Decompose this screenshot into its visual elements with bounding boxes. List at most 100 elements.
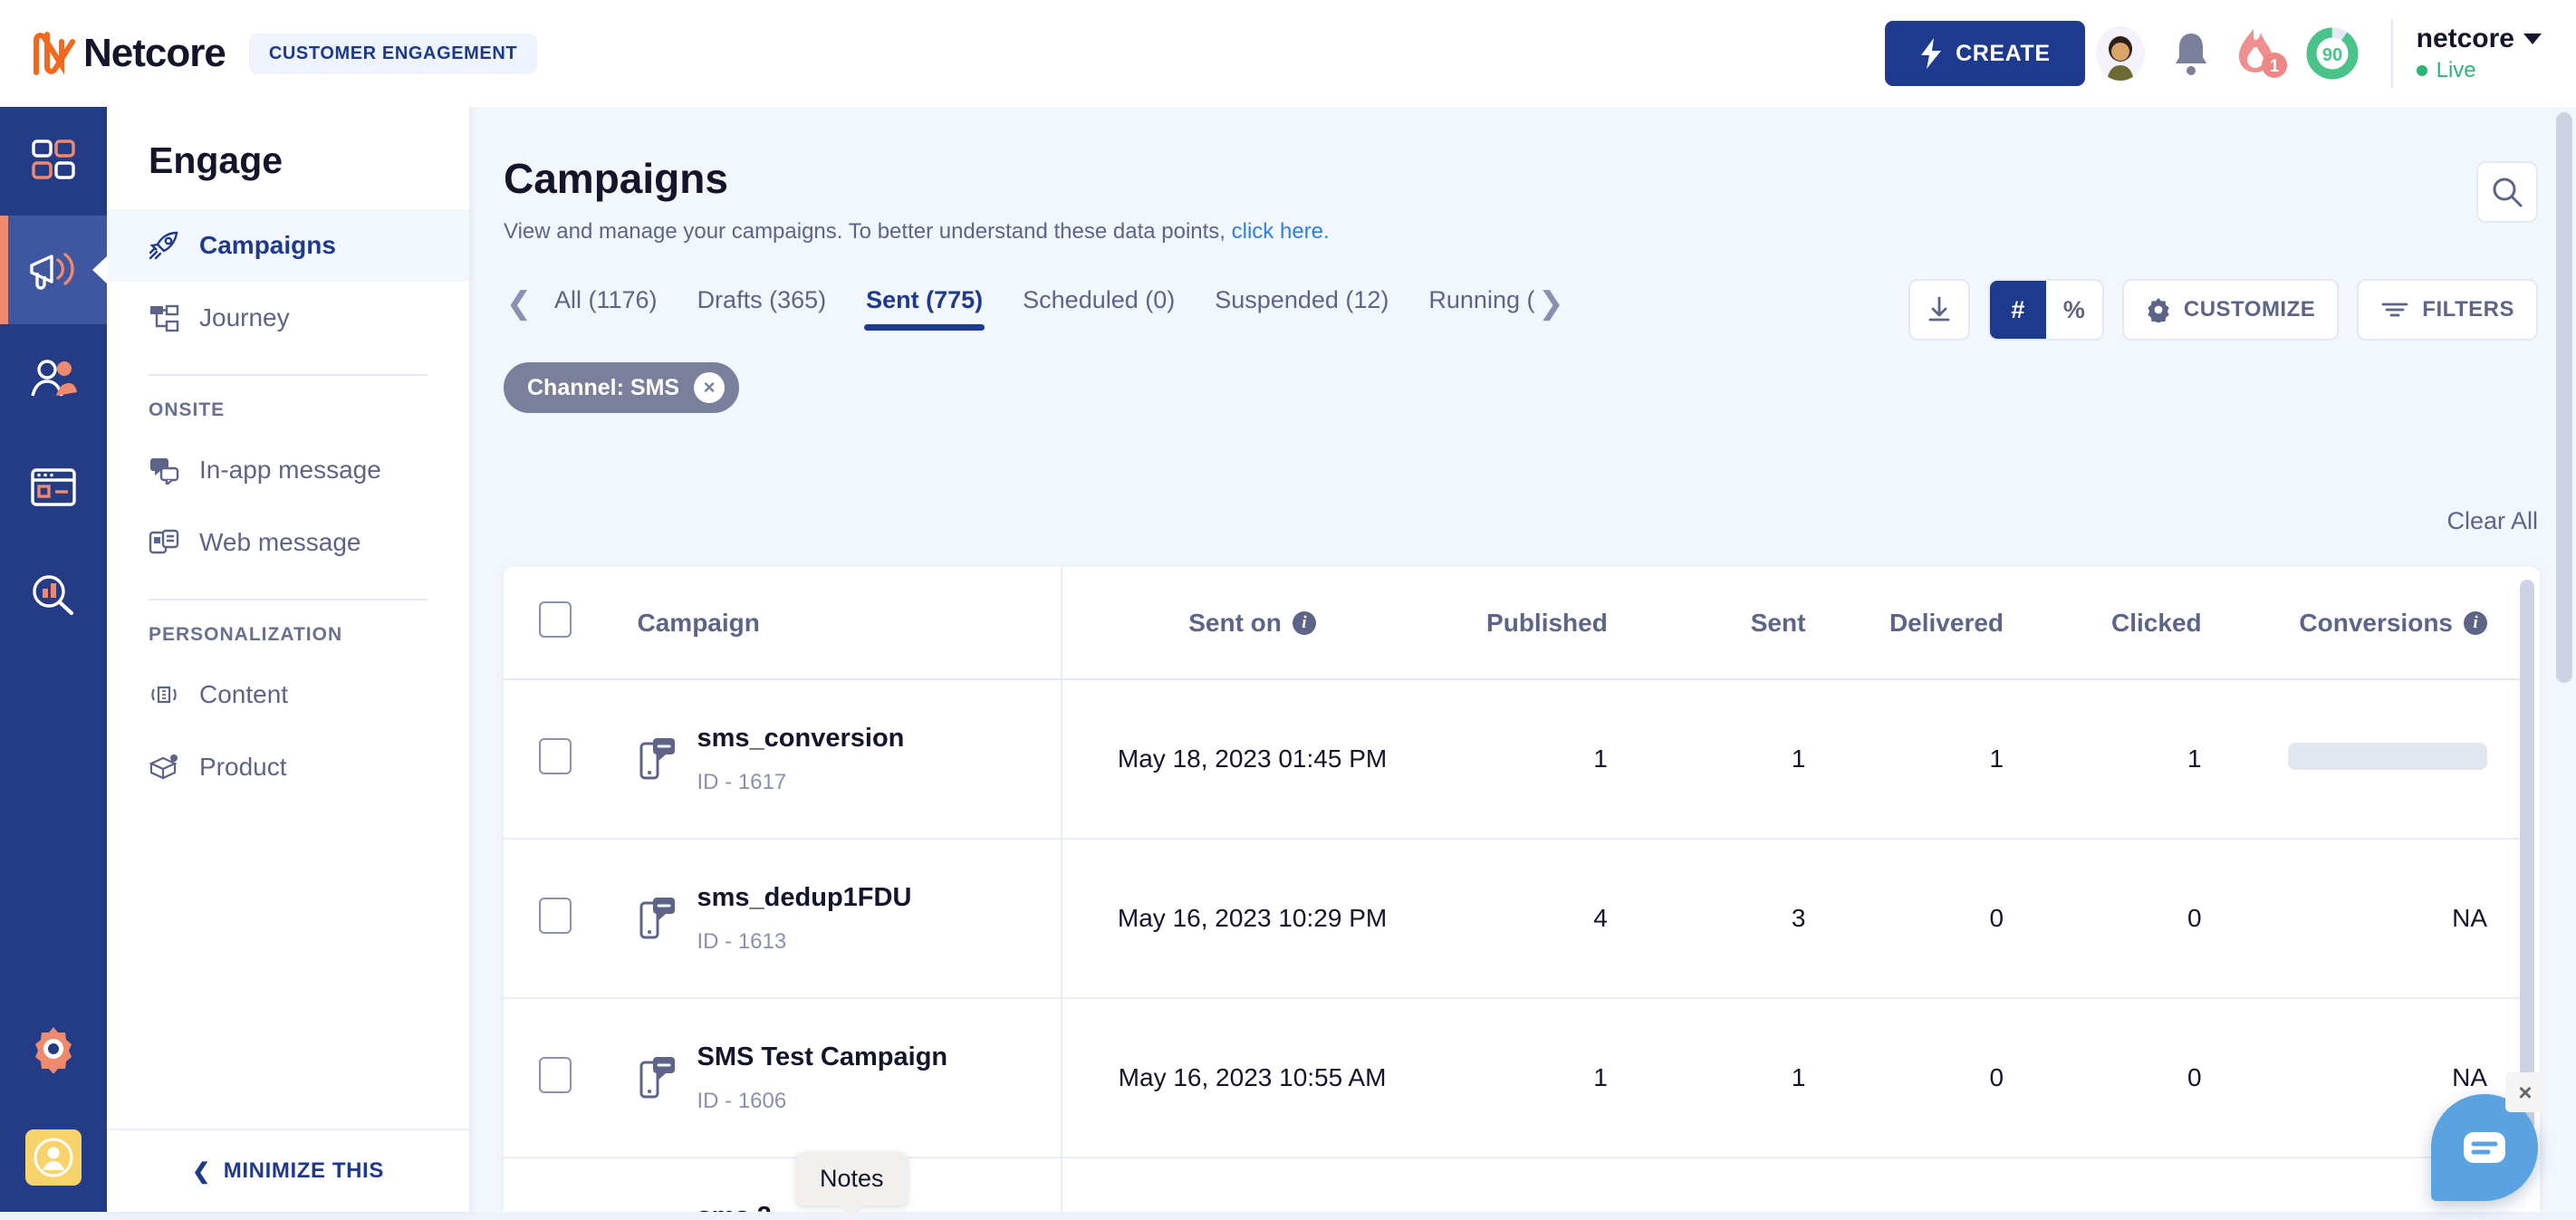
create-button[interactable]: CREATE <box>1885 21 2085 86</box>
tab-running[interactable]: Running (( <box>1408 286 1535 331</box>
clear-all-button[interactable]: Clear All <box>2446 507 2538 535</box>
account-switcher[interactable]: netcore Live <box>2416 24 2542 83</box>
column-header-campaign[interactable]: Campaign <box>606 567 1062 680</box>
row-checkbox-cell <box>504 679 607 840</box>
campaign-name[interactable]: SMS Test Campaign <box>697 1042 948 1072</box>
tab-scheduled[interactable]: Scheduled (0) <box>1003 286 1195 331</box>
sidebar-item-product[interactable]: Product <box>107 731 469 803</box>
sidebar-item-campaigns[interactable]: Campaigns <box>107 209 469 282</box>
column-header-sent-on[interactable]: Sent on i <box>1060 567 1443 680</box>
tab-all[interactable]: All (1176) <box>534 286 678 331</box>
campaign-cell: sms_conversion ID - 1617 <box>606 679 1062 840</box>
rail-item-settings[interactable] <box>0 994 107 1103</box>
delivered-cell: 0 <box>1838 998 2037 1158</box>
campaign-name[interactable]: sms_conversion <box>697 724 905 754</box>
toggle-absolute[interactable]: # <box>1989 281 2046 339</box>
info-icon[interactable]: i <box>1292 610 1316 635</box>
tab-sent[interactable]: Sent (775) <box>846 286 1003 331</box>
filter-chip-channel[interactable]: Channel: SMS × <box>504 362 740 413</box>
rail-bottom <box>0 994 107 1212</box>
streak-badge-count: 1 <box>2269 57 2279 76</box>
close-icon[interactable]: × <box>694 372 726 403</box>
gear-icon <box>2148 298 2169 322</box>
sidebar-item-label: Journey <box>199 303 290 331</box>
row-checkbox[interactable] <box>538 1056 572 1093</box>
filter-icon <box>2381 303 2408 317</box>
sidebar-item-label: Web message <box>199 528 361 556</box>
customize-button[interactable]: CUSTOMIZE <box>2121 279 2340 341</box>
campaigns-table-container: Campaign Sent on i Published Sent Delive… <box>504 567 2540 1212</box>
table-row[interactable]: sms_dedup1FDU ID - 1613 May 16, 2023 10:… <box>504 839 2520 999</box>
clicked-cell: 0 <box>2036 839 2235 999</box>
rail-item-profile[interactable] <box>0 1103 107 1212</box>
click-here-link[interactable]: click here. <box>1232 219 1330 244</box>
column-header-conversions[interactable]: Conversions i <box>2234 567 2520 680</box>
sidebar-item-in-app-message[interactable]: In-app message <box>107 434 469 506</box>
sidebar-item-web-message[interactable]: Web message <box>107 506 469 579</box>
notifications-button[interactable] <box>2156 18 2226 89</box>
campaign-id: ID - 1606 <box>697 1088 787 1113</box>
rocket-icon <box>149 230 179 261</box>
tab-drafts[interactable]: Drafts (365) <box>678 286 847 331</box>
sidebar-item-journey[interactable]: Journey <box>107 282 469 354</box>
column-header-clicked[interactable]: Clicked <box>2036 567 2235 680</box>
clicked-cell: 0 <box>2036 1158 2235 1212</box>
page-subtitle: View and manage your campaigns. To bette… <box>504 219 2576 245</box>
sent-on-cell: May 16, 2023 10:55 AM <box>1060 998 1443 1158</box>
tabs-prev-button[interactable]: ❮ <box>504 288 534 330</box>
sent-on-cell: May 18, 2023 01:45 PM <box>1060 679 1443 840</box>
value-format-toggle: # % <box>1987 279 2104 341</box>
campaign-name[interactable]: sms_dedup1FDU <box>697 883 912 913</box>
streak-button[interactable]: 1 <box>2226 18 2297 89</box>
rail-item-site[interactable] <box>0 433 107 542</box>
tab-suspended[interactable]: Suspended (12) <box>1195 286 1408 331</box>
tabs: ❮ All (1176) Drafts (365) Sent (775) Sch… <box>504 286 1566 331</box>
rail-item-dashboard[interactable] <box>0 107 107 216</box>
toggle-percent[interactable]: % <box>2046 281 2102 339</box>
column-header-delivered[interactable]: Delivered <box>1838 567 2037 680</box>
select-all-checkbox[interactable] <box>538 601 572 638</box>
filters-button[interactable]: FILTERS <box>2357 279 2538 341</box>
column-header-published[interactable]: Published <box>1442 567 1640 680</box>
campaign-id: ID - 1613 <box>697 928 787 954</box>
tabs-next-button[interactable]: ❯ <box>1535 288 1566 330</box>
page-title: Campaigns <box>504 155 728 202</box>
sent-cell: 1 <box>1639 1158 1839 1212</box>
brand-logo[interactable]: Netcore <box>31 31 226 76</box>
score-button[interactable]: 90 <box>2297 18 2368 89</box>
column-header-sent[interactable]: Sent <box>1639 567 1839 680</box>
minimize-panel-button[interactable]: ❮ MINIMIZE THIS <box>107 1129 469 1212</box>
sent-on-cell: May 16, 2023 10:29 PM <box>1060 839 1443 999</box>
rail-item-engage[interactable] <box>0 216 108 324</box>
divider <box>149 599 428 600</box>
sent-cell: 3 <box>1639 839 1839 999</box>
info-icon[interactable]: i <box>2464 610 2487 635</box>
page-scrollbar[interactable] <box>2556 112 2572 1208</box>
download-button[interactable] <box>1908 279 1970 341</box>
rail-item-audience[interactable] <box>0 324 107 433</box>
row-checkbox[interactable] <box>538 897 572 934</box>
avatar-icon <box>2106 36 2134 81</box>
chat-widget-close-button[interactable]: × <box>2505 1072 2545 1112</box>
filters-label: FILTERS <box>2422 297 2514 322</box>
page-scrollbar-thumb[interactable] <box>2556 112 2572 683</box>
app-rail <box>0 107 108 1212</box>
filter-chip-label: Channel: SMS <box>527 374 680 400</box>
table-row[interactable]: SMS Test Campaign ID - 1606 May 16, 2023… <box>504 998 2520 1158</box>
table-row[interactable]: sms_conversion ID - 1617 May 18, 2023 01… <box>504 679 2520 840</box>
published-cell: 1 <box>1442 679 1640 840</box>
download-icon <box>1928 296 1950 322</box>
divider <box>2390 19 2393 88</box>
published-cell: 1 <box>1442 998 1640 1158</box>
rail-item-analytics[interactable] <box>0 542 107 650</box>
sidebar-item-content[interactable]: Content <box>107 658 469 731</box>
status-dot-icon <box>2416 65 2427 77</box>
user-avatar-button[interactable] <box>2085 18 2156 89</box>
in-app-message-icon <box>149 455 179 485</box>
search-button[interactable] <box>2476 161 2538 223</box>
row-checkbox[interactable] <box>538 737 572 774</box>
campaign-name[interactable]: sms 2 <box>697 1202 787 1213</box>
gear-icon <box>35 1027 72 1073</box>
table-scrollbar-thumb[interactable] <box>2520 580 2534 1130</box>
customize-label: CUSTOMIZE <box>2183 297 2316 322</box>
